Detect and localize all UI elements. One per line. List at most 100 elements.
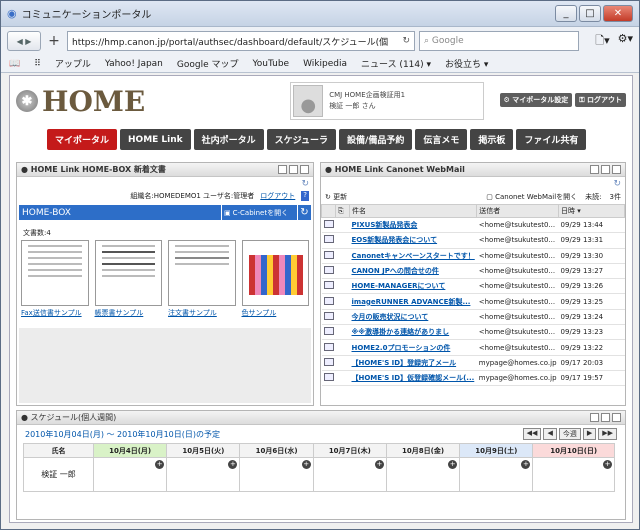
update-button[interactable]: ↻ 更新: [325, 192, 347, 202]
mail-row[interactable]: 【HOME'S ID】仮登録確認メール(... mypage@homes.co.j…: [321, 370, 625, 387]
panel-close-icon[interactable]: [612, 413, 621, 422]
bookmark-google-maps[interactable]: Google マップ: [177, 57, 239, 70]
maximize-button[interactable]: □: [579, 5, 601, 22]
day-cell[interactable]: +: [312, 457, 387, 492]
day-header[interactable]: 10月4日(月): [92, 443, 168, 458]
doc-thumbnail[interactable]: [21, 240, 89, 306]
prev-week-button[interactable]: ◀: [543, 428, 557, 440]
mail-subject[interactable]: ※※激導掛かる連絡がありまし: [349, 324, 477, 341]
next-week-button[interactable]: ▶: [582, 428, 597, 440]
day-header[interactable]: 10月6日(水): [239, 443, 314, 458]
minimize-button[interactable]: _: [555, 5, 577, 22]
doc-link[interactable]: Fax送信書サンプル: [21, 308, 89, 318]
day-cell[interactable]: +: [166, 457, 241, 492]
doc-link[interactable]: 注文書サンプル: [168, 308, 236, 318]
doc-item[interactable]: 注文書サンプル: [168, 240, 236, 318]
doc-thumbnail[interactable]: [241, 240, 309, 306]
mail-subject[interactable]: PIXUS新製品発表会: [349, 217, 477, 234]
mail-row[interactable]: 今月の販売状況について <home@tsukutest0... 09/29 13:2…: [321, 309, 625, 326]
day-cell[interactable]: +: [385, 457, 461, 492]
edit-icon[interactable]: [590, 413, 599, 422]
doc-item[interactable]: Fax送信書サンプル: [21, 240, 89, 318]
tab-my-portal[interactable]: マイポータル: [47, 129, 118, 150]
col-date[interactable]: 日時 ▾: [558, 204, 625, 218]
homebox-logout-link[interactable]: ログアウト: [260, 191, 295, 201]
back-forward-button[interactable]: ◀ ▶: [7, 31, 41, 51]
day-cell[interactable]: +: [532, 457, 615, 492]
add-event-icon[interactable]: +: [521, 460, 531, 469]
bookmark-news[interactable]: ニュース (114) ▾: [361, 57, 431, 70]
add-event-icon[interactable]: +: [155, 460, 165, 469]
day-header[interactable]: 10月9日(土): [459, 443, 534, 458]
add-event-icon[interactable]: +: [228, 460, 238, 469]
doc-link[interactable]: 色サンプル: [242, 308, 310, 318]
add-event-icon[interactable]: +: [301, 460, 311, 469]
refresh-icon[interactable]: ↻: [17, 177, 313, 189]
bookmark-apple[interactable]: アップル: [55, 57, 91, 70]
logout-button[interactable]: ⚿ ログアウト: [575, 93, 626, 107]
portal-settings-button[interactable]: ⚙ マイポータル設定: [499, 93, 573, 107]
doc-item[interactable]: 帳票書サンプル: [94, 240, 163, 318]
grid-icon[interactable]: ⠿: [34, 59, 41, 69]
bookmark-useful[interactable]: お役立ち ▾: [445, 57, 488, 70]
open-webmail-button[interactable]: ▢ Canonet WebMailを開く: [486, 192, 577, 202]
refresh-icon[interactable]: ↻: [321, 177, 625, 189]
panel-max-icon[interactable]: [601, 165, 610, 174]
add-event-icon[interactable]: +: [603, 460, 612, 469]
doc-link[interactable]: 帳票書サンプル: [95, 308, 163, 318]
mail-row[interactable]: imageRUNNER ADVANCE新製... <home@tsukutest0…: [321, 293, 625, 310]
book-icon[interactable]: 📖: [9, 59, 20, 69]
mail-subject[interactable]: 【HOME'S ID】仮登録確認メール(...: [349, 370, 477, 387]
this-week-button[interactable]: 今週: [558, 428, 581, 440]
page-icon[interactable]: 🗋▾: [595, 32, 609, 51]
add-event-icon[interactable]: +: [448, 460, 458, 469]
bookmark-youtube[interactable]: YouTube: [253, 59, 290, 69]
mail-subject[interactable]: HOME2.0プロモーションの件: [349, 339, 477, 356]
tab-scheduler[interactable]: スケジューラ: [266, 129, 337, 150]
tab-facility[interactable]: 設備/備品予約: [339, 129, 413, 150]
doc-thumbnail[interactable]: [94, 240, 162, 306]
gear-icon[interactable]: ⚙▾: [618, 32, 633, 51]
panel-close-icon[interactable]: [300, 165, 309, 174]
mail-row[interactable]: HOME2.0プロモーションの件 <home@tsukutest0... 09/29…: [321, 339, 625, 356]
mail-subject[interactable]: CANON JPへの問合せの件: [349, 263, 477, 280]
next-week-fast-button[interactable]: ▶▶: [598, 428, 617, 440]
help-icon[interactable]: ?: [301, 191, 309, 201]
panel-max-icon[interactable]: [289, 165, 298, 174]
add-bookmark-button[interactable]: +: [45, 31, 63, 51]
tab-home-link[interactable]: HOME Link: [120, 129, 191, 150]
mail-subject[interactable]: EOS新製品発表会について: [349, 232, 477, 249]
mail-row[interactable]: HOME-MANAGERについて <home@tsukutest0... 09/29…: [321, 278, 625, 295]
tab-file-share[interactable]: ファイル共有: [516, 129, 587, 150]
col-sender[interactable]: 送信者: [476, 204, 560, 218]
prev-week-fast-button[interactable]: ◀◀: [522, 428, 542, 440]
day-header[interactable]: 10月8日(金): [385, 443, 461, 458]
bookmark-yahoo[interactable]: Yahoo! Japan: [105, 59, 163, 69]
panel-max-icon[interactable]: [601, 413, 610, 422]
doc-item[interactable]: 色サンプル: [241, 240, 310, 318]
tab-intranet[interactable]: 社内ポータル: [193, 129, 264, 150]
panel-min-icon[interactable]: [278, 165, 287, 174]
mail-row[interactable]: ※※激導掛かる連絡がありまし <home@tsukutest0... 09/29 1…: [321, 324, 625, 341]
mail-row[interactable]: CANON JPへの問合せの件 <home@tsukutest0... 09/29 …: [321, 263, 625, 280]
day-header[interactable]: 10月5日(火): [166, 443, 241, 458]
panel-close-icon[interactable]: [612, 165, 621, 174]
mail-subject[interactable]: imageRUNNER ADVANCE新製...: [349, 293, 477, 310]
tab-bulletin[interactable]: 掲示板: [470, 129, 514, 150]
add-event-icon[interactable]: +: [374, 460, 384, 469]
mail-row[interactable]: Canonetキャンペーンスタートです！ <home@tsukutest0... 0…: [321, 248, 625, 264]
sync-icon[interactable]: ↻: [297, 205, 311, 220]
mail-row[interactable]: EOS新製品発表会について <home@tsukutest0... 09/29 13…: [321, 232, 625, 249]
open-cabinet-button[interactable]: ▣ C-Cabinetを開く: [221, 205, 297, 220]
search-field[interactable]: ⌕ Google: [419, 31, 579, 51]
mail-subject[interactable]: Canonetキャンペーンスタートです！: [349, 248, 477, 264]
day-cell[interactable]: +: [92, 457, 168, 492]
doc-thumbnail[interactable]: [168, 240, 236, 306]
tab-memo[interactable]: 伝言メモ: [415, 129, 468, 150]
mail-row[interactable]: PIXUS新製品発表会 <home@tsukutest0... 09/29 13:4…: [321, 217, 625, 234]
address-bar[interactable]: https://hmp.canon.jp/portal/authsec/dash…: [67, 31, 415, 51]
close-button[interactable]: ✕: [603, 5, 633, 22]
mail-subject[interactable]: 【HOME'S ID】登録完了メール: [349, 355, 477, 371]
day-header[interactable]: 10月7日(木): [312, 443, 387, 458]
panel-min-icon[interactable]: [590, 165, 599, 174]
